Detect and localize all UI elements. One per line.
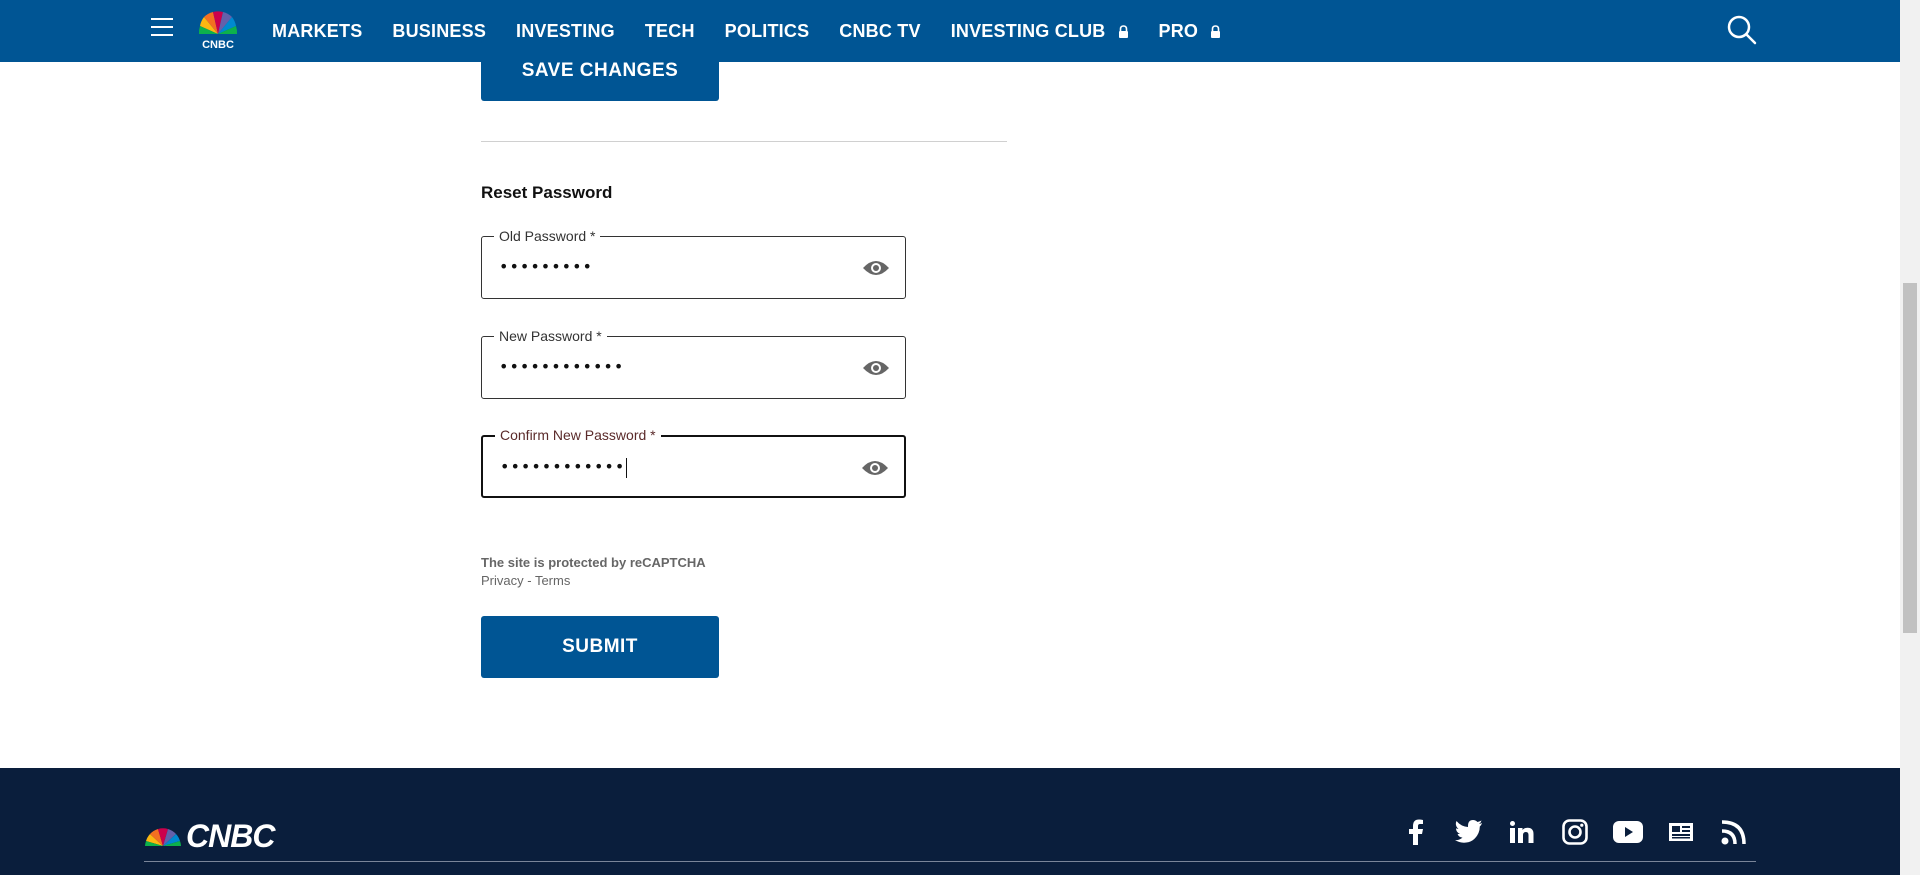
confirm-password-text: •••••••••••• (500, 457, 626, 476)
show-password-eye-icon[interactable] (861, 357, 891, 379)
rss-icon[interactable] (1719, 817, 1749, 847)
search-icon[interactable] (1726, 14, 1758, 46)
lock-icon (1211, 24, 1221, 38)
hamburger-menu-icon[interactable] (151, 18, 173, 38)
nav-link-business[interactable]: BUSINESS (392, 21, 486, 42)
nav-logo-text: CNBC (202, 39, 234, 50)
link-separator: - (523, 573, 535, 588)
old-password-value: ••••••••• (499, 257, 593, 276)
nav-link-tech[interactable]: TECH (645, 21, 695, 42)
confirm-password-value: •••••••••••• (500, 457, 628, 478)
page-scrollbar[interactable] (1900, 0, 1920, 875)
confirm-password-field[interactable]: Confirm New Password * •••••••••••• (481, 426, 906, 498)
nav-link-pro[interactable]: PRO (1159, 21, 1222, 42)
confirm-password-label: Confirm New Password * (495, 426, 661, 444)
submit-button[interactable]: SUBMIT (481, 616, 719, 678)
social-icons (1378, 817, 1749, 847)
cnbc-logo[interactable]: CNBC (190, 6, 246, 51)
nav-link-label: INVESTING (516, 20, 615, 41)
new-password-field[interactable]: New Password * •••••••••••• (481, 327, 906, 399)
reset-password-title: Reset Password (481, 183, 613, 202)
nav-link-label: INVESTING CLUB (950, 20, 1106, 41)
linkedin-icon[interactable] (1507, 817, 1537, 847)
recaptcha-notice: The site is protected by reCAPTCHA (481, 555, 706, 570)
lock-icon (1118, 24, 1128, 38)
nav-links: MARKETS BUSINESS INVESTING TECH POLITICS CNBC… (272, 0, 1251, 62)
nav-link-label: TECH (644, 20, 695, 41)
new-password-value: •••••••••••• (499, 357, 625, 376)
text-caret (626, 457, 628, 478)
nav-link-label: BUSINESS (392, 20, 487, 41)
instagram-icon[interactable] (1560, 817, 1590, 847)
privacy-link[interactable]: Privacy (481, 573, 524, 588)
news-icon[interactable] (1666, 817, 1696, 847)
top-nav-bar: CNBC MARKETS BUSINESS INVESTING TECH POLITIC… (0, 0, 1900, 62)
nav-link-politics[interactable]: POLITICS (725, 21, 810, 42)
nav-link-label: PRO (1158, 20, 1199, 41)
nav-link-investing[interactable]: INVESTING (516, 21, 615, 42)
nav-link-cnbc-tv[interactable]: CNBC TV (839, 21, 920, 42)
facebook-icon[interactable] (1401, 817, 1431, 847)
footer-divider (144, 861, 1756, 862)
footer-cnbc-logo[interactable]: CNBC (144, 818, 275, 855)
recaptcha-links: Privacy - Terms (481, 573, 570, 588)
footer: CNBC (0, 768, 1900, 875)
scrollbar-thumb[interactable] (1903, 283, 1917, 633)
twitter-icon[interactable] (1454, 817, 1484, 847)
show-password-eye-icon[interactable] (861, 257, 891, 279)
old-password-label: Old Password * (494, 227, 601, 245)
new-password-label: New Password * (494, 327, 607, 345)
nav-link-label: CNBC TV (839, 20, 921, 41)
nav-link-investing-club[interactable]: INVESTING CLUB (951, 21, 1129, 42)
section-divider (481, 141, 1007, 142)
nav-link-markets[interactable]: MARKETS (272, 21, 362, 42)
youtube-icon[interactable] (1613, 817, 1643, 847)
old-password-field[interactable]: Old Password * ••••••••• (481, 227, 906, 299)
footer-logo-text: CNBC (186, 818, 275, 854)
show-password-eye-icon[interactable] (860, 457, 890, 479)
terms-link[interactable]: Terms (535, 573, 570, 588)
save-changes-button[interactable]: SAVE CHANGES (481, 40, 719, 101)
nav-link-label: MARKETS (272, 20, 363, 41)
nav-link-label: POLITICS (724, 20, 810, 41)
